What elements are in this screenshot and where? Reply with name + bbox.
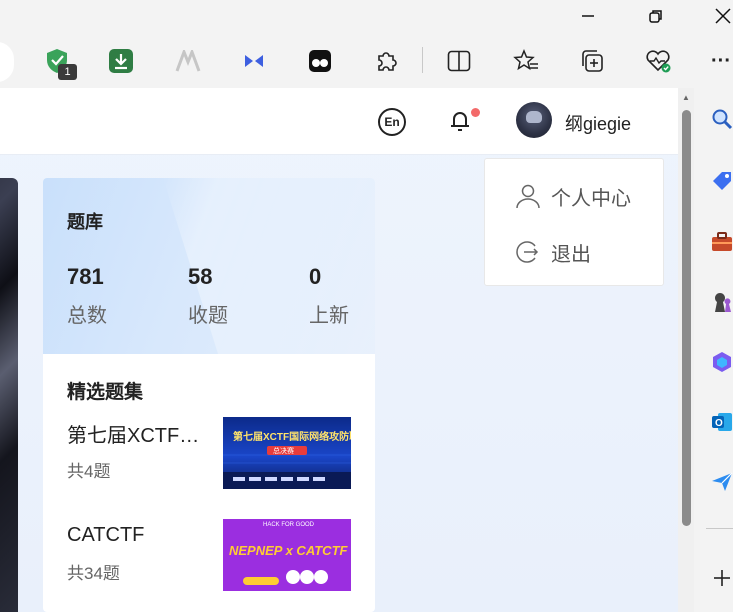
address-bar[interactable] bbox=[0, 42, 14, 82]
browser-essentials-icon[interactable] bbox=[643, 46, 673, 76]
download-extension-icon[interactable] bbox=[106, 46, 136, 76]
bow-tie-extension-icon[interactable] bbox=[239, 46, 269, 76]
stat-total-label: 总数 bbox=[67, 305, 107, 327]
browser-sidebar: O bbox=[694, 88, 733, 612]
featured-item-count: 共4题 bbox=[67, 462, 111, 481]
stat-collected-value: 58 bbox=[188, 264, 213, 289]
logout-icon bbox=[516, 241, 539, 263]
featured-sets-title: 精选题集 bbox=[67, 382, 144, 403]
tools-briefcase-icon[interactable] bbox=[710, 230, 733, 254]
bell-icon[interactable] bbox=[448, 108, 472, 134]
featured-item-title[interactable]: CATCTF bbox=[67, 524, 144, 547]
collections-icon[interactable] bbox=[577, 46, 607, 76]
face-extension-icon[interactable] bbox=[305, 46, 335, 76]
thumbnail-caption: 第七届XCTF国际网络攻防联赛 bbox=[233, 432, 351, 443]
menu-item-label: 个人中心 bbox=[551, 187, 631, 210]
notification-dot bbox=[471, 108, 480, 117]
avatar[interactable] bbox=[516, 102, 552, 138]
stat-collected-label: 收题 bbox=[188, 305, 228, 327]
menu-item-profile[interactable]: 个人中心 bbox=[515, 181, 631, 211]
stat-new-value: 0 bbox=[309, 264, 322, 289]
thumbnail-subcaption: HACK FOR GOOD bbox=[263, 522, 315, 528]
user-icon bbox=[516, 184, 540, 209]
stat-new-label: 上新 bbox=[309, 305, 349, 327]
page-scrollbar[interactable]: ▲ bbox=[678, 88, 694, 612]
extension-badge: 1 bbox=[58, 64, 77, 80]
scroll-up-icon[interactable]: ▲ bbox=[682, 94, 690, 102]
more-icon[interactable]: ··· bbox=[706, 46, 733, 76]
toolbar-separator bbox=[422, 47, 423, 73]
library-title: 题库 bbox=[67, 212, 103, 232]
sidebar-divider bbox=[706, 528, 733, 529]
menu-item-logout[interactable]: 退出 bbox=[515, 237, 591, 267]
extensions-puzzle-icon[interactable] bbox=[371, 46, 401, 76]
menu-item-label: 退出 bbox=[551, 243, 591, 266]
send-icon[interactable] bbox=[710, 470, 733, 494]
question-library-card: 题库 781 总数 58 收题 0 上新 精选题集 第七届XCTF… 共4题 第… bbox=[43, 178, 375, 612]
minimize-icon[interactable] bbox=[565, 0, 611, 32]
outlook-icon[interactable]: O bbox=[710, 410, 733, 434]
browser-toolbar: 1 ··· bbox=[0, 32, 733, 88]
restore-icon[interactable] bbox=[633, 0, 679, 32]
featured-item-thumbnail[interactable]: 第七届XCTF国际网络攻防联赛 总决赛 bbox=[223, 417, 351, 489]
search-icon[interactable] bbox=[710, 107, 733, 131]
user-dropdown-menu: 个人中心 退出 bbox=[484, 158, 664, 286]
add-icon[interactable] bbox=[710, 566, 733, 590]
stat-total-value: 781 bbox=[67, 264, 104, 289]
shopping-tag-icon[interactable] bbox=[710, 169, 733, 193]
split-screen-icon[interactable] bbox=[444, 46, 474, 76]
featured-item-count: 共34题 bbox=[67, 564, 120, 583]
logo-extension-icon[interactable] bbox=[173, 46, 203, 76]
library-summary: 题库 781 总数 58 收题 0 上新 bbox=[43, 178, 375, 354]
window-titlebar bbox=[0, 0, 733, 32]
games-chess-icon[interactable] bbox=[710, 290, 733, 314]
banner-image[interactable] bbox=[0, 178, 18, 612]
close-icon[interactable] bbox=[700, 0, 733, 32]
thumbnail-subcaption: 总决赛 bbox=[273, 448, 294, 455]
web-page: En 纲giegie 题库 781 总数 58 收题 0 上新 精选题集 第七届… bbox=[0, 88, 678, 612]
svg-text:O: O bbox=[715, 418, 723, 429]
featured-item-thumbnail[interactable]: HACK FOR GOOD NEPNEP x CATCTF bbox=[223, 519, 351, 591]
username[interactable]: 纲giegie bbox=[565, 110, 631, 136]
language-toggle-button[interactable]: En bbox=[378, 108, 406, 136]
site-header: En 纲giegie bbox=[0, 88, 678, 155]
thumbnail-caption: NEPNEP x CATCTF bbox=[229, 543, 348, 558]
favorites-icon[interactable] bbox=[511, 46, 541, 76]
featured-item-title[interactable]: 第七届XCTF… bbox=[67, 419, 199, 448]
copilot-icon[interactable] bbox=[710, 350, 733, 374]
scrollbar-thumb[interactable] bbox=[682, 110, 691, 526]
